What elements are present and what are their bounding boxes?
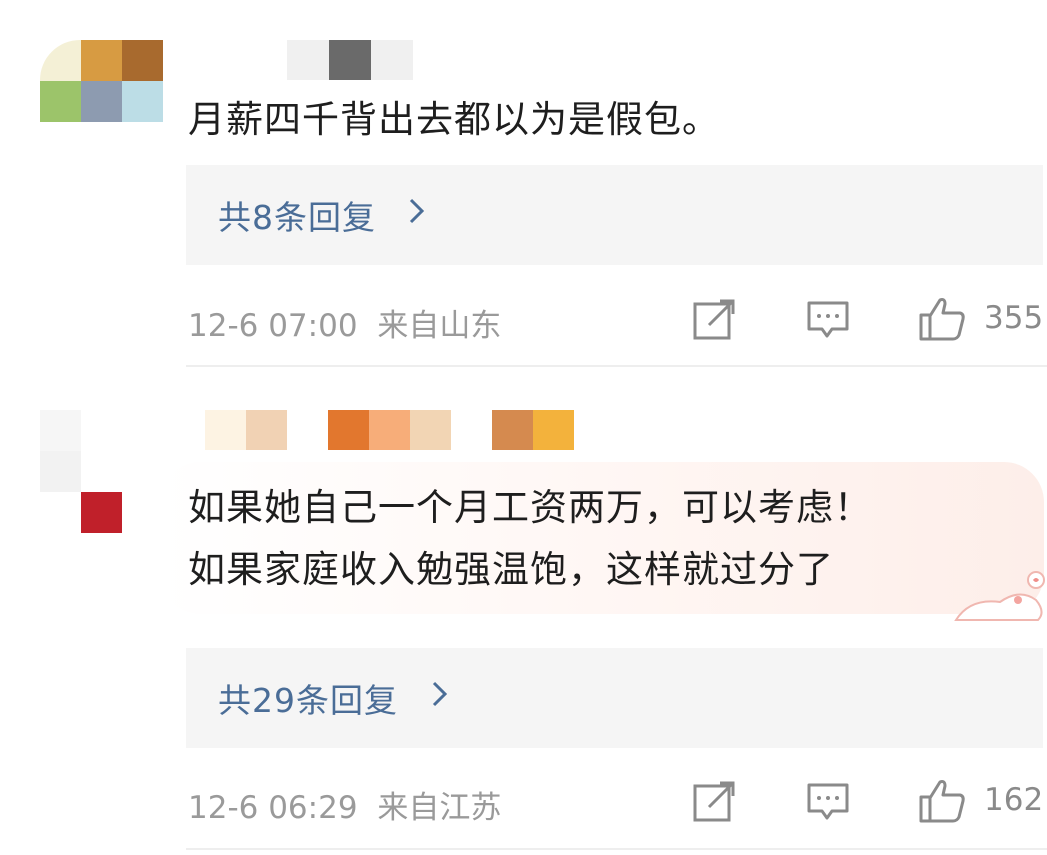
avatar-pixel bbox=[40, 410, 81, 451]
comment-item: 如果她自己一个月工资两万，可以考虑！ 如果家庭收入勉强温饱，这样就过分了 共29… bbox=[0, 380, 1047, 855]
avatar-pixel bbox=[40, 492, 81, 533]
avatar-pixel bbox=[40, 451, 81, 492]
name-pixel bbox=[245, 40, 287, 80]
like-icon[interactable] bbox=[918, 778, 966, 824]
name-pixel bbox=[205, 410, 246, 450]
like-count: 162 bbox=[984, 782, 1044, 818]
name-pixel bbox=[329, 40, 371, 80]
avatar-pixel bbox=[81, 451, 122, 492]
name-pixel bbox=[410, 410, 451, 450]
avatar-pixel bbox=[40, 40, 81, 81]
avatar-pixel bbox=[122, 40, 163, 81]
name-pixel bbox=[533, 410, 574, 450]
name-pixel bbox=[328, 410, 369, 450]
name-pixel bbox=[371, 40, 413, 80]
comment-meta: 12-6 07:00 来自山东 bbox=[188, 300, 501, 345]
comment-text-line: 如果她自己一个月工资两万，可以考虑！ bbox=[188, 486, 872, 529]
location: 来自山东 bbox=[377, 308, 502, 344]
avatar[interactable] bbox=[40, 40, 163, 122]
name-pixel bbox=[287, 40, 329, 80]
timestamp: 12-6 06:29 bbox=[188, 790, 358, 826]
replies-label: 共8条回复 bbox=[218, 198, 376, 237]
divider bbox=[186, 365, 1047, 367]
name-pixel bbox=[492, 410, 533, 450]
divider bbox=[186, 848, 1047, 850]
comment-item: 月薪四千背出去都以为是假包。 共8条回复 12-6 07:00 来自山东 355 bbox=[0, 0, 1047, 368]
comment-icon[interactable] bbox=[806, 780, 850, 824]
name-pixel bbox=[369, 410, 410, 450]
replies-button[interactable]: 共29条回复 bbox=[186, 648, 1043, 748]
avatar-pixel bbox=[81, 81, 122, 122]
avatar-pixel bbox=[40, 81, 81, 122]
chevron-right-icon bbox=[431, 679, 449, 717]
comment-text: 月薪四千背出去都以为是假包。 bbox=[188, 98, 720, 141]
comment-icon[interactable] bbox=[806, 298, 850, 342]
location: 来自江苏 bbox=[377, 790, 502, 826]
replies-button[interactable]: 共8条回复 bbox=[186, 165, 1043, 265]
replies-label: 共29条回复 bbox=[218, 681, 398, 720]
avatar-pixel bbox=[81, 40, 122, 81]
comment-text-line: 如果家庭收入勉强温饱，这样就过分了 bbox=[188, 548, 834, 591]
chevron-right-icon bbox=[408, 196, 426, 234]
name-pixel bbox=[246, 410, 287, 450]
timestamp: 12-6 07:00 bbox=[188, 308, 358, 344]
share-icon[interactable] bbox=[692, 780, 736, 824]
username-mosaic[interactable] bbox=[205, 410, 574, 450]
avatar[interactable] bbox=[40, 410, 122, 533]
avatar-pixel bbox=[81, 492, 122, 533]
comment-meta: 12-6 06:29 来自江苏 bbox=[188, 782, 501, 827]
username-mosaic[interactable] bbox=[245, 40, 413, 80]
avatar-pixel bbox=[122, 81, 163, 122]
like-count: 355 bbox=[984, 300, 1044, 336]
like-icon[interactable] bbox=[918, 296, 966, 342]
share-icon[interactable] bbox=[692, 298, 736, 342]
avatar-pixel bbox=[81, 410, 122, 451]
